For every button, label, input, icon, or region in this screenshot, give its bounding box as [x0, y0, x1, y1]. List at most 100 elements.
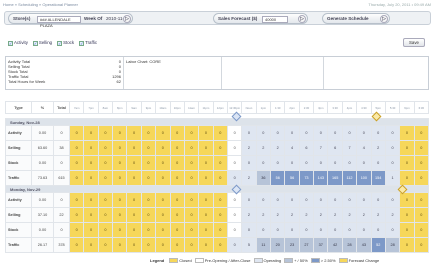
hour-cell[interactable]: 0 [83, 192, 99, 208]
week-next-button[interactable]: ▷ [123, 15, 131, 23]
hour-cell[interactable]: 0 [413, 155, 430, 171]
hour-cell[interactable]: 0 [155, 192, 171, 208]
hour-cell[interactable]: 0 [413, 125, 430, 141]
hour-cell[interactable]: 0 [356, 222, 372, 238]
hour-cell[interactable]: 0 [298, 192, 315, 208]
hour-cell[interactable]: 0 [198, 237, 214, 253]
hour-cell[interactable]: 0 [212, 170, 228, 186]
hour-cell[interactable]: 0 [155, 207, 171, 223]
hour-cell[interactable]: 0 [284, 125, 300, 141]
hour-cell[interactable]: 0 [155, 170, 171, 186]
hour-cell[interactable]: 0 [140, 155, 157, 171]
hour-cell[interactable]: 0 [212, 192, 228, 208]
hour-cell[interactable]: 0 [126, 207, 142, 223]
hour-cell[interactable]: 0 [155, 237, 171, 253]
hour-cell[interactable]: 2 [313, 207, 329, 223]
hour-cell[interactable]: 2 [384, 207, 401, 223]
hour-cell[interactable]: 0 [341, 155, 358, 171]
hour-cell[interactable]: 0 [241, 222, 257, 238]
hour-cell[interactable]: 0 [226, 155, 243, 171]
hour-cell[interactable]: 0 [370, 125, 386, 141]
hour-cell[interactable]: 0 [83, 125, 99, 141]
hour-cell[interactable]: 0 [68, 192, 85, 208]
hour-cell[interactable]: 0 [183, 192, 200, 208]
hour-cell[interactable]: 0 [212, 125, 228, 141]
hour-cell[interactable]: 0 [126, 140, 142, 156]
hour-cell[interactable]: 165 [327, 170, 343, 186]
hour-cell[interactable]: 0 [370, 222, 386, 238]
hour-cell[interactable]: 0 [183, 170, 200, 186]
hour-cell[interactable]: 0 [97, 237, 114, 253]
hour-cell[interactable]: 112 [341, 170, 358, 186]
hour-cell[interactable]: 0 [97, 170, 114, 186]
hour-cell[interactable]: 0 [384, 222, 401, 238]
hour-cell[interactable]: 0 [126, 192, 142, 208]
hour-cell[interactable]: 0 [112, 237, 128, 253]
hour-cell[interactable]: 0 [155, 155, 171, 171]
hour-cell[interactable]: 0 [83, 155, 99, 171]
hour-cell[interactable]: 0 [226, 207, 243, 223]
hour-cell[interactable]: 56 [284, 170, 300, 186]
hour-cell[interactable]: 4 [356, 140, 372, 156]
hour-cell[interactable]: 0 [126, 170, 142, 186]
hour-cell[interactable]: 0 [226, 170, 243, 186]
hour-cell[interactable]: 0 [183, 155, 200, 171]
hour-cell[interactable]: 0 [169, 207, 185, 223]
hour-cell[interactable]: 0 [399, 237, 415, 253]
hour-cell[interactable]: 5 [241, 237, 257, 253]
hour-cell[interactable]: 4 [284, 140, 300, 156]
hour-cell[interactable]: 0 [413, 222, 430, 238]
hour-cell[interactable]: 0 [155, 222, 171, 238]
hour-cell[interactable]: 0 [255, 222, 272, 238]
hour-cell[interactable]: 0 [241, 125, 257, 141]
hour-cell[interactable]: 2 [341, 207, 358, 223]
hour-cell[interactable]: 0 [399, 140, 415, 156]
hour-cell[interactable]: 6 [298, 140, 315, 156]
hour-cell[interactable]: 0 [183, 125, 200, 141]
hour-cell[interactable]: 0 [169, 192, 185, 208]
hour-cell[interactable]: 0 [155, 125, 171, 141]
hour-cell[interactable]: 0 [68, 170, 85, 186]
hour-cell[interactable]: 2 [356, 207, 372, 223]
hour-cell[interactable]: 0 [97, 140, 114, 156]
hour-cell[interactable]: 0 [68, 222, 85, 238]
filter-activity[interactable]: ✓ Activity [8, 40, 28, 46]
hour-cell[interactable]: 43 [356, 237, 372, 253]
hour-cell[interactable]: 11 [255, 237, 272, 253]
hour-cell[interactable]: 0 [126, 155, 142, 171]
hour-cell[interactable]: 100 [356, 170, 372, 186]
hour-cell[interactable]: 56 [270, 170, 286, 186]
hour-cell[interactable]: 0 [241, 155, 257, 171]
hour-cell[interactable]: 0 [169, 237, 185, 253]
hour-cell[interactable]: 0 [313, 125, 329, 141]
col-pct[interactable]: % [31, 101, 54, 114]
hour-cell[interactable]: 0 [226, 125, 243, 141]
hour-cell[interactable]: 0 [83, 207, 99, 223]
hour-cell[interactable]: 0 [126, 222, 142, 238]
hour-cell[interactable]: 2 [270, 207, 286, 223]
hour-cell[interactable]: 0 [284, 192, 300, 208]
col-total[interactable]: Total [53, 101, 70, 114]
hour-cell[interactable]: 2 [255, 140, 272, 156]
hour-cell[interactable]: 37 [313, 237, 329, 253]
hour-cell[interactable]: 0 [270, 125, 286, 141]
hour-cell[interactable]: 0 [169, 125, 185, 141]
hour-cell[interactable]: 0 [327, 222, 343, 238]
forecast-input[interactable]: 40000 [262, 15, 288, 23]
hour-cell[interactable]: 0 [140, 170, 157, 186]
hour-cell[interactable]: 0 [413, 140, 430, 156]
hour-cell[interactable]: 0 [399, 125, 415, 141]
store-select[interactable]: ### ALLENDALE PLAZA [37, 15, 81, 28]
hour-cell[interactable]: 0 [298, 222, 315, 238]
hour-cell[interactable]: 0 [212, 207, 228, 223]
checkbox-icon[interactable]: ✓ [32, 41, 38, 46]
hour-cell[interactable]: 42 [327, 237, 343, 253]
hour-cell[interactable]: 0 [370, 155, 386, 171]
hour-cell[interactable]: 2 [370, 207, 386, 223]
hour-cell[interactable]: 0 [384, 155, 401, 171]
hour-cell[interactable]: 0 [169, 155, 185, 171]
hour-cell[interactable]: 0 [140, 125, 157, 141]
hour-cell[interactable]: 0 [97, 192, 114, 208]
hour-cell[interactable]: 0 [255, 155, 272, 171]
hour-cell[interactable]: 0 [112, 125, 128, 141]
